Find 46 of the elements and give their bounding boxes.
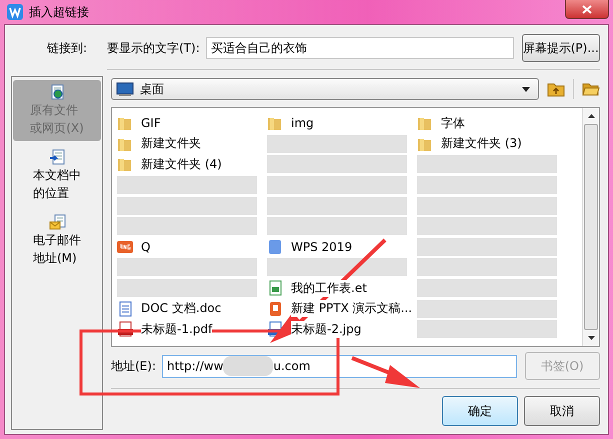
link-type-item[interactable]: 本文档中 的位置 [13,145,101,206]
address-label: 地址(E): [111,358,156,374]
file-item[interactable]: 字体 [441,114,465,132]
document-icon [48,149,66,166]
blurred-region [223,356,274,376]
window-title: 插入超链接 [29,4,89,20]
file-item[interactable]: Q [141,240,150,254]
app-icon [267,238,283,255]
scroll-down-icon [588,336,594,340]
folder-icon [117,156,133,172]
open-folder-icon[interactable] [582,81,600,97]
image-file-icon [117,238,133,255]
file-item[interactable]: 我的工作表.et [291,280,367,297]
link-to-label: 链接到: [47,40,88,57]
address-field[interactable]: http://ww u.com [162,354,517,378]
file-item[interactable]: 新建文件夹 (4) [141,156,222,173]
presentation-file-icon [267,300,283,317]
ok-button[interactable]: 确定 [442,396,518,426]
spreadsheet-file-icon [267,280,283,296]
scroll-up-icon [588,114,594,118]
location-dropdown[interactable]: 桌面 [111,78,539,100]
dropdown-arrow-icon [522,86,530,92]
file-item[interactable]: 新建 PPTX 演示文稿... [291,300,412,318]
envelope-icon [48,214,66,231]
document-file-icon [117,300,133,317]
close-icon [582,4,592,14]
close-button[interactable] [565,0,609,19]
folder-icon [417,115,433,132]
folder-icon [117,115,133,132]
desktop-icon [116,82,134,96]
link-type-item[interactable]: 电子邮件 地址(M) [13,210,101,271]
annotation-arrow [351,356,420,388]
folder-icon [267,115,283,132]
display-text-field[interactable]: 买适合自己的衣饰 [206,37,514,59]
file-item[interactable]: 未标题-1.pdf [141,320,212,338]
file-item[interactable]: 未标题-2.jpg [291,320,362,338]
scrollbar[interactable] [582,108,599,346]
display-text-label: 要显示的文字(T): [107,40,200,56]
cancel-button[interactable]: 取消 [524,396,600,426]
file-item[interactable]: WPS 2019 [291,240,352,254]
screen-tip-button[interactable]: 屏幕提示(P)... [522,34,600,62]
file-item[interactable]: img [291,116,314,130]
document-icon [48,84,66,101]
file-item[interactable]: GIF [141,116,161,130]
app-logo-icon [7,4,23,20]
folder-up-icon[interactable] [547,81,565,97]
